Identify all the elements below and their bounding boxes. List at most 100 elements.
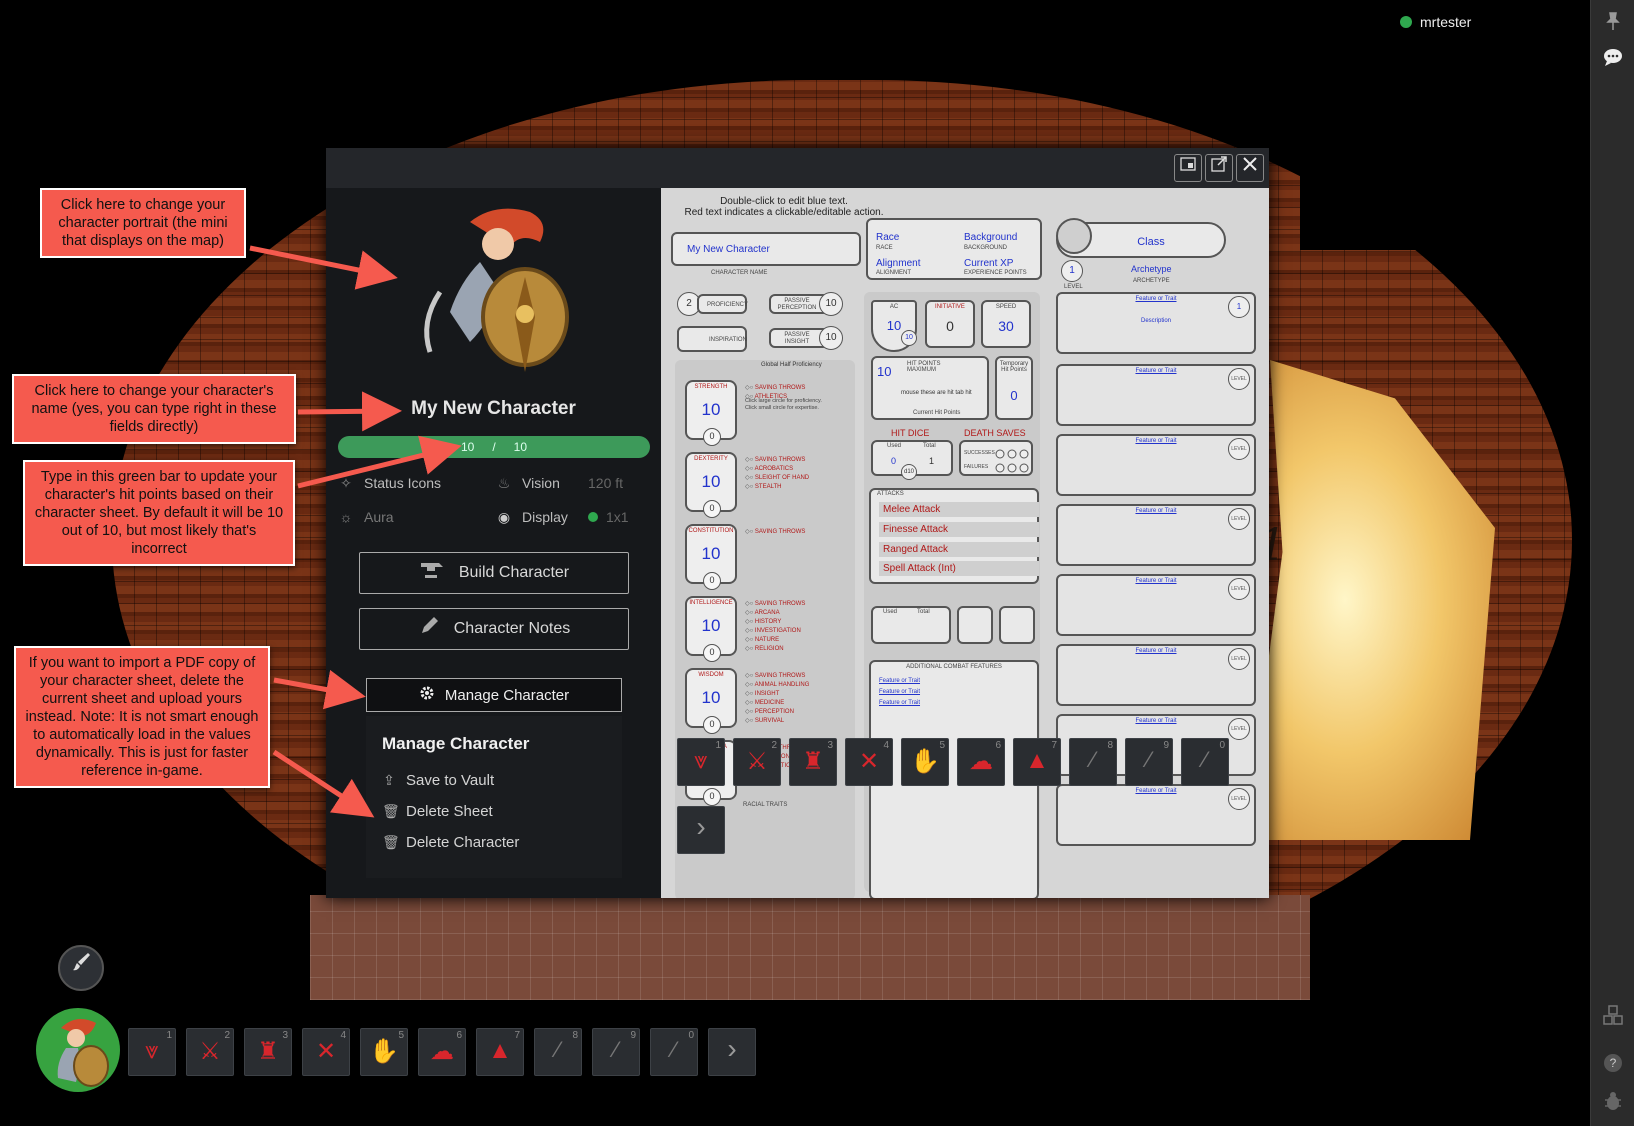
global-half-proficiency[interactable]: Global Half Proficiency bbox=[761, 362, 822, 368]
skill-row[interactable]: ◇○ ANIMAL HANDLING bbox=[745, 681, 809, 690]
hp-note[interactable]: mouse these are hit tab hit bbox=[901, 390, 972, 396]
proficiency-toggle-icon[interactable]: ◇○ bbox=[745, 385, 755, 391]
skill-label[interactable]: SAVING THROWS bbox=[755, 385, 805, 391]
hotbar-slot[interactable]: 2 ⚔ bbox=[186, 1028, 234, 1076]
combat-feature[interactable]: Feature or Trait bbox=[879, 689, 920, 695]
ability-score[interactable]: 10 bbox=[687, 688, 735, 708]
skill-row[interactable]: ◇○ SURVIVAL bbox=[745, 717, 809, 726]
feature-title[interactable]: Feature or Trait bbox=[1058, 578, 1254, 584]
hit-dice-title[interactable]: HIT DICE bbox=[891, 428, 929, 438]
feature-level[interactable]: LEVEL bbox=[1228, 718, 1250, 740]
ac-bonus[interactable]: 10 bbox=[901, 330, 917, 346]
aura-option[interactable]: ☼ Aura bbox=[338, 509, 394, 525]
feature-level[interactable]: LEVEL bbox=[1228, 648, 1250, 670]
speed-value[interactable]: 30 bbox=[983, 318, 1029, 334]
skill-label[interactable]: ARCANA bbox=[755, 610, 780, 616]
passive-perception-value[interactable]: 10 bbox=[819, 292, 843, 316]
display-option[interactable]: ◉ Display bbox=[496, 509, 568, 525]
proficiency-toggle-icon[interactable]: ◇○ bbox=[745, 610, 755, 616]
feature-title[interactable]: Feature or Trait bbox=[1058, 788, 1254, 794]
proficiency-toggle-icon[interactable]: ◇○ bbox=[745, 601, 755, 607]
archetype-value[interactable]: Archetype bbox=[1131, 264, 1172, 274]
hotbar-slot[interactable]: 6 ☁ bbox=[957, 738, 1005, 786]
proficiency-toggle-icon[interactable]: ◇○ bbox=[745, 637, 755, 643]
pin-icon[interactable] bbox=[1602, 10, 1624, 32]
resource-box-3[interactable] bbox=[999, 606, 1035, 644]
proficiency-toggle-icon[interactable]: ◇○ bbox=[745, 718, 755, 724]
skill-row[interactable]: ◇○ SLEIGHT OF HAND bbox=[745, 474, 809, 483]
ability-label[interactable]: DEXTERITY bbox=[687, 456, 735, 462]
save-to-vault-item[interactable]: ⇪ Save to Vault bbox=[382, 772, 494, 789]
skill-row[interactable]: ◇○ PERCEPTION bbox=[745, 708, 809, 717]
feature-title[interactable]: Feature or Trait bbox=[1058, 296, 1254, 302]
feature-level[interactable]: 1 bbox=[1228, 296, 1250, 318]
hotbar-slot[interactable]: 3 ♜ bbox=[244, 1028, 292, 1076]
alignment-value[interactable]: Alignment bbox=[876, 258, 920, 269]
ability-label[interactable]: CONSTITUTION bbox=[687, 528, 735, 534]
skill-row[interactable]: ◇○ SAVING THROWS bbox=[745, 672, 809, 681]
skill-label[interactable]: SAVING THROWS bbox=[755, 529, 805, 535]
feature-level[interactable]: LEVEL bbox=[1228, 578, 1250, 600]
ability-score[interactable]: 10 bbox=[687, 400, 735, 420]
hotbar-slot[interactable]: 1 ⩔ bbox=[128, 1028, 176, 1076]
bottom-hotbar-next-button[interactable]: › bbox=[708, 1028, 756, 1076]
character-notes-button[interactable]: Character Notes bbox=[359, 608, 629, 650]
hotbar-slot[interactable]: 8 ⁄ bbox=[1069, 738, 1117, 786]
skill-row[interactable]: ◇○ ACROBATICS bbox=[745, 465, 809, 474]
bug-icon[interactable] bbox=[1602, 1090, 1624, 1112]
ability-score[interactable]: 10 bbox=[687, 544, 735, 564]
skill-row[interactable]: ◇○ INVESTIGATION bbox=[745, 627, 805, 636]
sheet-hp-max[interactable]: 10 bbox=[877, 364, 891, 379]
skill-label[interactable]: SURVIVAL bbox=[755, 718, 784, 724]
ability-score[interactable]: 10 bbox=[687, 472, 735, 492]
melee-attack[interactable]: Melee Attack bbox=[879, 502, 1039, 517]
feature-title[interactable]: Feature or Trait bbox=[1058, 648, 1254, 654]
vision-range[interactable]: 120 ft bbox=[588, 475, 623, 491]
feature-description[interactable]: Description bbox=[1058, 318, 1254, 324]
death-saves-title[interactable]: DEATH SAVES bbox=[964, 428, 1026, 438]
skill-label[interactable]: SAVING THROWS bbox=[755, 457, 805, 463]
hotbar-slot[interactable]: 0 ⁄ bbox=[650, 1028, 698, 1076]
hotbar-slot[interactable]: 9 ⁄ bbox=[1125, 738, 1173, 786]
proficiency-toggle-icon[interactable]: ◇○ bbox=[745, 691, 755, 697]
combat-feature[interactable]: Feature or Trait bbox=[879, 700, 920, 706]
feature-level[interactable]: LEVEL bbox=[1228, 368, 1250, 390]
feature-title[interactable]: Feature or Trait bbox=[1058, 508, 1254, 514]
skill-label[interactable]: INVESTIGATION bbox=[755, 628, 801, 634]
hp-max[interactable]: 10 bbox=[514, 440, 527, 454]
popout-window-button[interactable] bbox=[1205, 154, 1233, 182]
ability-label[interactable]: STRENGTH bbox=[687, 384, 735, 390]
proficiency-toggle-icon[interactable]: ◇○ bbox=[745, 619, 755, 625]
skill-row[interactable]: ◇○ NATURE bbox=[745, 636, 805, 645]
close-window-button[interactable] bbox=[1236, 154, 1264, 182]
brush-tool-button[interactable] bbox=[58, 945, 104, 991]
hp-current[interactable]: 10 bbox=[461, 440, 474, 454]
skill-row[interactable]: ◇○ HISTORY bbox=[745, 618, 805, 627]
hotbar-slot[interactable]: 6 ☁ bbox=[418, 1028, 466, 1076]
sheet-hotbar-next-button[interactable]: › bbox=[677, 806, 725, 854]
hotbar-slot[interactable]: 9 ⁄ bbox=[592, 1028, 640, 1076]
skill-label[interactable]: ANIMAL HANDLING bbox=[755, 682, 810, 688]
resource-box-2[interactable] bbox=[957, 606, 993, 644]
status-icons-option[interactable]: ✧ Status Icons bbox=[338, 475, 441, 491]
skill-row[interactable]: ◇○ SAVING THROWS bbox=[745, 456, 809, 465]
feature-level[interactable]: LEVEL bbox=[1228, 438, 1250, 460]
proficiency-toggle-icon[interactable]: ◇○ bbox=[745, 484, 755, 490]
skill-label[interactable]: NATURE bbox=[755, 637, 779, 643]
ability-label[interactable]: INTELLIGENCE bbox=[687, 600, 735, 606]
hit-dice-total[interactable]: 1 bbox=[929, 456, 934, 466]
temp-hp-value[interactable]: 0 bbox=[997, 388, 1031, 403]
selected-token-avatar[interactable] bbox=[36, 1008, 120, 1092]
hotbar-slot[interactable]: 7 ▲ bbox=[1013, 738, 1061, 786]
feature-title[interactable]: Feature or Trait bbox=[1058, 368, 1254, 374]
ability-modifier[interactable]: 0 bbox=[703, 644, 721, 662]
hotbar-slot[interactable]: 8 ⁄ bbox=[534, 1028, 582, 1076]
finesse-attack[interactable]: Finesse Attack bbox=[879, 522, 1039, 537]
hotbar-slot[interactable]: 2 ⚔ bbox=[733, 738, 781, 786]
online-user[interactable]: mrtester bbox=[1400, 14, 1471, 30]
sheet-character-name[interactable]: My New Character bbox=[687, 244, 770, 255]
skill-row[interactable]: ◇○ SAVING THROWS bbox=[745, 384, 805, 393]
xp-value[interactable]: Current XP bbox=[964, 258, 1013, 269]
proficiency-toggle-icon[interactable]: ◇○ bbox=[745, 628, 755, 634]
feature-level[interactable]: LEVEL bbox=[1228, 788, 1250, 810]
